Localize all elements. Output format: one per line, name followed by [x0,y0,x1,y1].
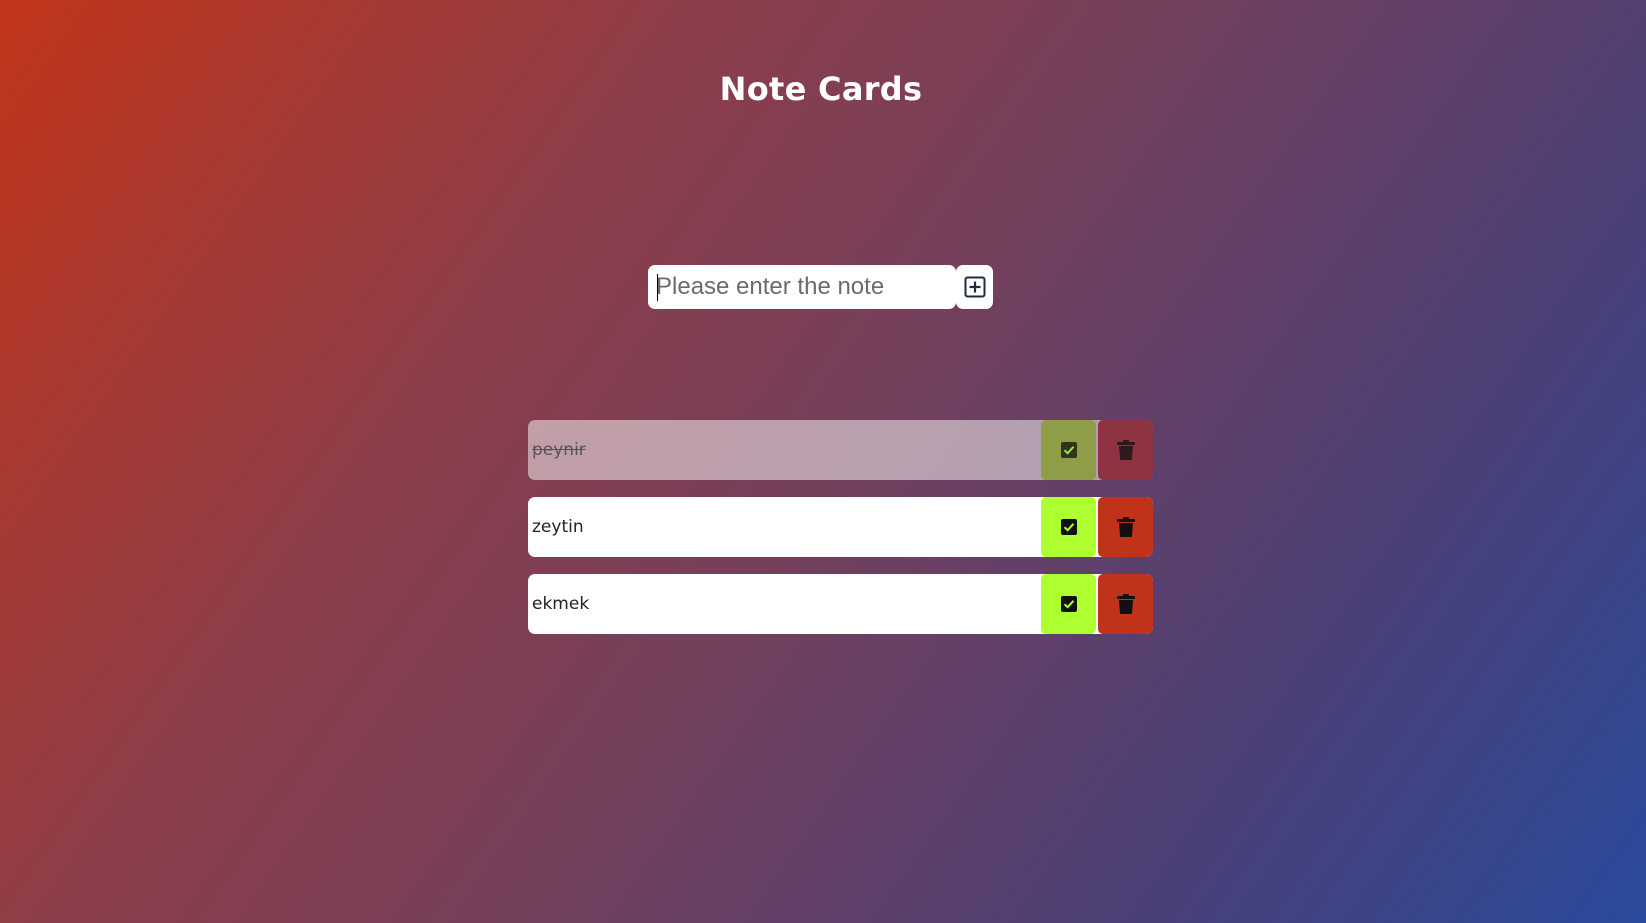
plus-square-icon [964,276,985,298]
add-note-button[interactable] [956,265,993,309]
trash-icon [1116,517,1135,537]
note-input-wrapper [648,265,956,309]
check-square-icon [1060,519,1077,535]
delete-button[interactable] [1098,574,1153,634]
complete-button[interactable] [1041,420,1096,480]
trash-icon [1116,440,1135,460]
check-square-icon [1060,596,1077,612]
text-caret [657,274,658,301]
note-card: peynir [528,420,1153,480]
note-input-row [648,265,993,309]
check-square-icon [1060,442,1077,458]
delete-button[interactable] [1098,420,1153,480]
complete-button[interactable] [1041,574,1096,634]
note-text: zeytin [532,517,584,537]
note-card: ekmek [528,574,1153,634]
note-text: peynir [532,440,586,460]
trash-icon [1116,594,1135,614]
note-text: ekmek [532,594,590,614]
complete-button[interactable] [1041,497,1096,557]
delete-button[interactable] [1098,497,1153,557]
note-input[interactable] [648,265,956,309]
note-card: zeytin [528,497,1153,557]
note-list: peynir zeytin ekmek [528,420,1153,651]
page-title: Note Cards [719,70,923,108]
